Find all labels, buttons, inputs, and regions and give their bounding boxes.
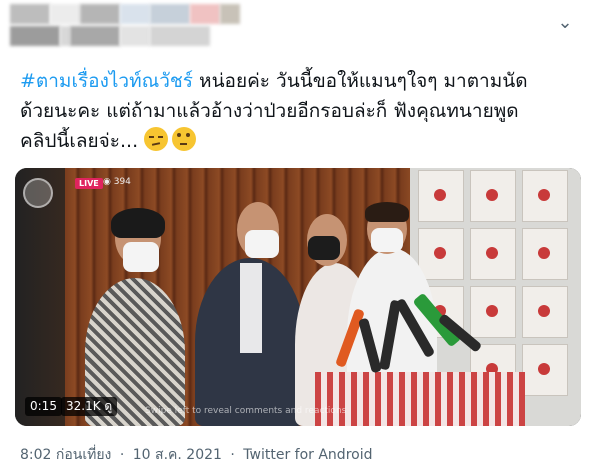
live-badge: LIVE: [75, 178, 103, 189]
video-time-badge: 0:15: [25, 397, 62, 416]
separator: ·: [119, 447, 125, 463]
tweet-date[interactable]: 10 ส.ค. 2021: [133, 447, 222, 463]
tweet-client[interactable]: Twitter for Android: [243, 447, 372, 463]
tweet-text-line2: ด้วยนะคะ แต่ถ้ามาแล้วอ้างว่าป่วยอีกรอบล่…: [20, 100, 519, 122]
more-options-icon[interactable]: ⌄: [554, 12, 576, 34]
tweet-text: #ตามเรื่องไวท์ณวัชร์ หน่อยค่ะ วันนี้ขอให…: [20, 66, 580, 156]
video-player[interactable]: LIVE ◉ 394 Swipe left to reveal comments…: [15, 168, 581, 426]
tweet-meta: 8:02 ก่อนเที่ยง · 10 ส.ค. 2021 · Twitter…: [20, 444, 376, 466]
hashtag-link[interactable]: #ตามเรื่องไวท์ณวัชร์: [20, 70, 193, 92]
swipe-hint: Swipe left to reveal comments and reacti…: [145, 406, 347, 416]
tweet-text-line3: คลิปนี้เลยจ่ะ...: [20, 130, 139, 152]
tweet-text-line1: หน่อยค่ะ วันนี้ขอให้แมนๆใจๆ มาตามนัด: [193, 70, 528, 92]
blurred-author-info: [10, 4, 240, 24]
blurred-author-handle: [10, 26, 210, 46]
live-stream-icon: [23, 178, 53, 208]
face-with-rolling-eyes-icon: [172, 127, 197, 151]
tweet-header: ⌄: [0, 0, 594, 60]
striped-tablecloth: [315, 372, 525, 426]
video-views-badge: 32.1K ดู: [61, 397, 118, 416]
viewer-count: ◉ 394: [103, 177, 131, 187]
separator: ·: [230, 447, 235, 463]
eye-icon: ◉: [103, 177, 111, 187]
smirking-face-icon: [144, 127, 169, 151]
tweet-time[interactable]: 8:02 ก่อนเที่ยง: [20, 447, 111, 463]
